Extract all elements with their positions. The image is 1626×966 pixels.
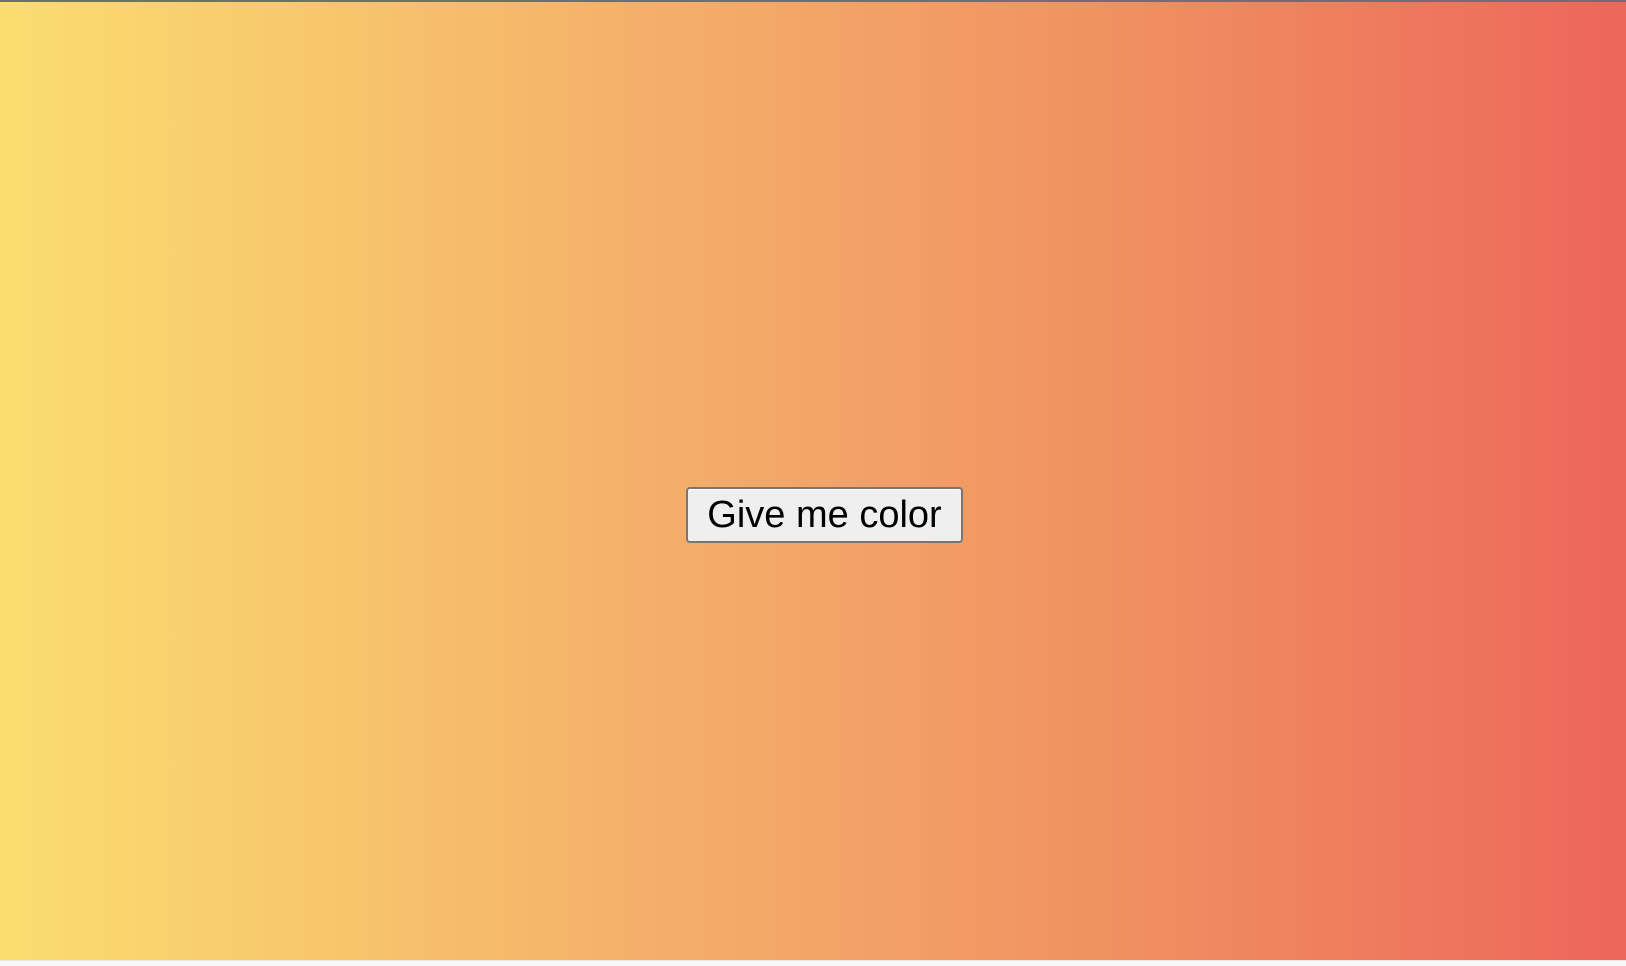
browser-viewport: Give me color <box>0 0 1626 966</box>
gradient-background: Give me color <box>0 2 1626 960</box>
give-me-color-button[interactable]: Give me color <box>686 487 963 543</box>
bottom-page-edge <box>0 960 1626 966</box>
